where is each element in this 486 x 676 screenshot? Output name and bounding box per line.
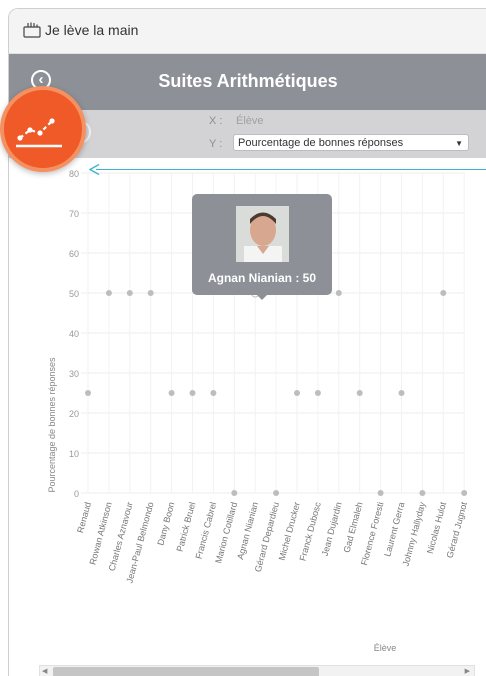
y-tick-label: 80 [69,169,79,179]
data-point[interactable] [105,290,112,296]
student-photo [236,206,289,262]
data-point[interactable] [231,490,238,496]
y-tick-label: 10 [69,449,79,459]
data-point[interactable] [168,390,175,396]
data-point[interactable] [210,390,217,396]
pointer-arrow [96,169,486,170]
data-point[interactable] [440,290,447,296]
line-chart-icon [16,118,62,148]
y-tick-label: 40 [69,329,79,339]
x-tick-label: Laurent Gerra [382,501,406,558]
x-tick-label: Jean Dujardin [320,501,344,557]
y-tick-label: 70 [69,209,79,219]
y-tick-label: 30 [69,369,79,379]
x-tick-label: Renaud [75,501,93,534]
x-tick-label: Franck Dubosc [298,500,323,562]
data-point[interactable] [314,390,321,396]
data-point[interactable] [461,490,468,496]
data-point[interactable] [356,390,363,396]
data-point[interactable] [147,290,154,296]
data-point[interactable] [273,490,280,496]
data-point[interactable] [126,290,133,296]
y-tick-label: 20 [69,409,79,419]
y-tick-label: 60 [69,249,79,259]
chart-mode-badge[interactable] [0,86,86,172]
y-tick-label: 0 [74,489,79,499]
data-point[interactable] [189,390,196,396]
data-point[interactable] [294,390,300,396]
tooltip-label: Agnan Nianian : 50 [207,271,317,285]
data-point[interactable] [419,490,426,496]
arrow-head-icon [89,164,100,175]
x-tick-label: Francis Cabrel [194,501,219,560]
point-tooltip: Agnan Nianian : 50 [192,194,332,300]
x-tick-label: Florence Foresti [359,501,385,566]
data-point[interactable] [85,390,91,396]
x-tick-label: Michel Drucker [277,501,302,562]
x-axis-title: Élève [374,643,397,653]
horizontal-scrollbar[interactable]: ◀ ▶ [39,665,475,676]
x-tick-label: Dany Boon [155,501,176,547]
x-tick-label: Patrick Bruel [175,501,198,553]
y-tick-label: 50 [69,289,79,299]
x-tick-label: Gérard Jugnot [445,500,470,559]
x-tick-label: Johnny Hallyday [401,500,428,567]
x-tick-label: Nicolas Hulot [425,500,449,554]
data-point[interactable] [377,490,384,496]
y-axis-title: Pourcentage de bonnes réponses [47,357,57,493]
data-point[interactable] [398,390,405,396]
data-point[interactable] [335,290,342,296]
x-tick-label: Agnan Nianian [235,501,260,561]
x-tick-label: Gad Elmaleh [342,501,365,554]
